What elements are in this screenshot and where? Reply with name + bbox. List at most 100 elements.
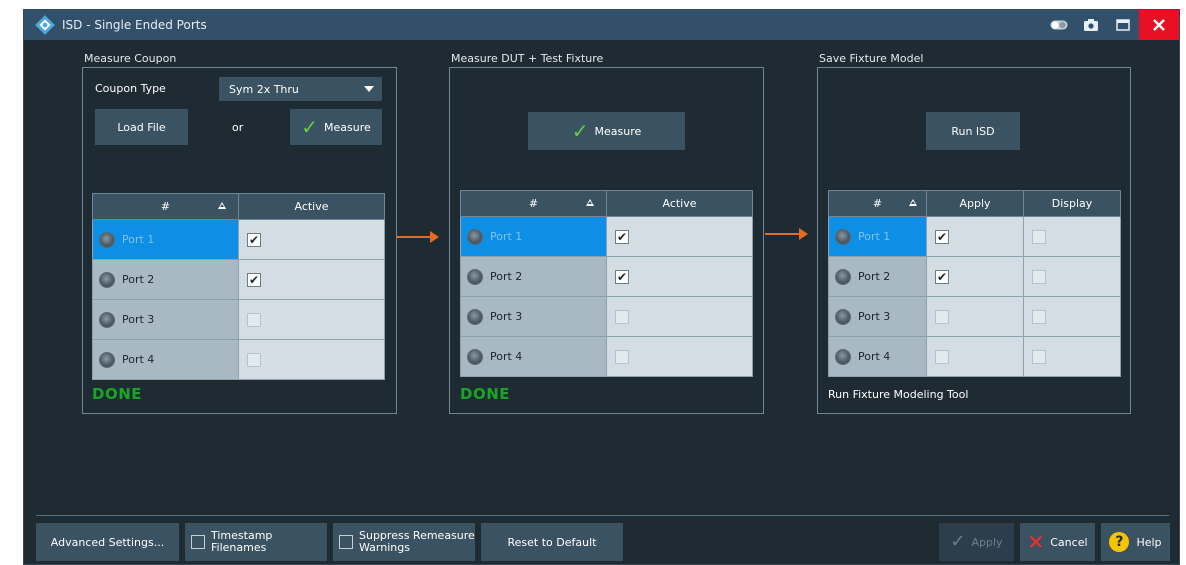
timestamp-filenames-toggle[interactable]: Timestamp Filenames <box>185 523 327 561</box>
dut-measure-button[interactable]: ✓ Measure <box>528 112 685 150</box>
load-file-label: Load File <box>117 120 166 134</box>
column-header-number[interactable]: # <box>828 190 927 217</box>
table-row[interactable]: Port 2 ✔ <box>828 256 1121 297</box>
suppress-checkbox[interactable] <box>339 535 353 549</box>
table-row[interactable]: Port 1 ✔ <box>460 216 753 257</box>
apply-checkbox[interactable] <box>935 309 949 324</box>
close-icon[interactable] <box>1139 10 1179 40</box>
display-cell <box>1023 256 1121 297</box>
fixture-port-table: # Apply Display Port 1 ✔ Port 2 ✔ Port 3… <box>828 190 1121 377</box>
active-checkbox[interactable] <box>247 312 261 327</box>
sort-ascending-icon <box>586 199 594 206</box>
dut-status-done: DONE <box>460 385 511 403</box>
reset-to-default-button[interactable]: Reset to Default <box>481 523 623 561</box>
flow-arrow-icon <box>765 228 808 240</box>
column-header-number[interactable]: # <box>92 193 239 220</box>
table-row[interactable]: Port 4 <box>460 336 753 377</box>
column-header-number[interactable]: # <box>460 190 607 217</box>
port-cell[interactable]: Port 3 <box>92 299 239 340</box>
active-cell <box>238 339 385 380</box>
dut-measure-label: Measure <box>594 124 642 138</box>
port-cell[interactable]: Port 2 <box>460 256 607 297</box>
active-cell: ✔ <box>606 216 753 257</box>
camera-icon[interactable] <box>1075 10 1107 40</box>
active-checkbox[interactable]: ✔ <box>615 269 629 284</box>
table-row[interactable]: Port 4 <box>92 339 385 380</box>
port-cell[interactable]: Port 4 <box>828 336 927 377</box>
coupon-measure-button[interactable]: ✓ Measure <box>290 109 382 145</box>
apply-button[interactable]: ✓ Apply <box>939 523 1014 561</box>
display-checkbox[interactable] <box>1032 229 1046 244</box>
run-isd-label: Run ISD <box>951 124 995 138</box>
display-cell <box>1023 336 1121 377</box>
column-header-active[interactable]: Active <box>606 190 753 217</box>
sort-ascending-icon <box>909 199 917 206</box>
sort-ascending-icon <box>218 202 226 209</box>
suppress-remeasure-toggle[interactable]: Suppress Remeasure Warnings <box>333 523 475 561</box>
column-header-apply[interactable]: Apply <box>926 190 1024 217</box>
footer-divider <box>36 515 1169 516</box>
port-connector-icon <box>99 271 115 288</box>
port-connector-icon <box>99 231 115 248</box>
table-row[interactable]: Port 3 <box>828 296 1121 337</box>
port-cell[interactable]: Port 3 <box>460 296 607 337</box>
coupon-port-table: # Active Port 1 ✔ Port 2 ✔ Port 3 Port 4 <box>92 193 385 380</box>
apply-checkbox[interactable] <box>935 349 949 364</box>
timestamp-checkbox[interactable] <box>191 535 205 549</box>
active-checkbox[interactable]: ✔ <box>247 232 261 247</box>
display-checkbox[interactable] <box>1032 349 1046 364</box>
table-row[interactable]: Port 1 ✔ <box>828 216 1121 257</box>
port-cell[interactable]: Port 4 <box>92 339 239 380</box>
column-header-active[interactable]: Active <box>238 193 385 220</box>
apply-cell <box>926 296 1024 337</box>
cancel-button[interactable]: ✕ Cancel <box>1020 523 1095 561</box>
apply-checkbox[interactable]: ✔ <box>935 229 949 244</box>
display-checkbox[interactable] <box>1032 309 1046 324</box>
coupon-measure-label: Measure <box>324 120 371 134</box>
column-header-display[interactable]: Display <box>1023 190 1121 217</box>
table-row[interactable]: Port 1 ✔ <box>92 219 385 260</box>
load-file-button[interactable]: Load File <box>95 109 188 145</box>
active-cell <box>606 296 753 337</box>
port-cell[interactable]: Port 2 <box>828 256 927 297</box>
apply-cell <box>926 336 1024 377</box>
table-row[interactable]: Port 2 ✔ <box>92 259 385 300</box>
coupon-type-dropdown[interactable]: Sym 2x Thru <box>219 77 382 101</box>
active-checkbox[interactable] <box>615 349 629 364</box>
port-connector-icon <box>99 351 115 368</box>
apply-cell: ✔ <box>926 256 1024 297</box>
active-checkbox[interactable] <box>247 352 261 367</box>
port-cell[interactable]: Port 1 <box>828 216 927 257</box>
active-checkbox[interactable]: ✔ <box>615 229 629 244</box>
port-connector-icon <box>467 228 483 245</box>
toggle-icon[interactable] <box>1043 10 1075 40</box>
run-isd-button[interactable]: Run ISD <box>926 112 1020 150</box>
run-fixture-modeling-note: Run Fixture Modeling Tool <box>828 388 969 401</box>
port-cell[interactable]: Port 4 <box>460 336 607 377</box>
port-cell[interactable]: Port 2 <box>92 259 239 300</box>
display-cell <box>1023 216 1121 257</box>
active-cell: ✔ <box>238 219 385 260</box>
port-connector-icon <box>467 308 483 325</box>
help-button[interactable]: ? Help <box>1101 523 1170 561</box>
save-fixture-group-label: Save Fixture Model <box>819 52 924 65</box>
port-cell[interactable]: Port 1 <box>92 219 239 260</box>
table-row[interactable]: Port 3 <box>460 296 753 337</box>
table-row[interactable]: Port 4 <box>828 336 1121 377</box>
dut-port-table: # Active Port 1 ✔ Port 2 ✔ Port 3 Port 4 <box>460 190 753 377</box>
port-connector-icon <box>467 268 483 285</box>
port-cell[interactable]: Port 1 <box>460 216 607 257</box>
table-row[interactable]: Port 2 ✔ <box>460 256 753 297</box>
table-row[interactable]: Port 3 <box>92 299 385 340</box>
active-checkbox[interactable]: ✔ <box>247 272 261 287</box>
active-checkbox[interactable] <box>615 309 629 324</box>
maximize-icon[interactable] <box>1107 10 1139 40</box>
display-checkbox[interactable] <box>1032 269 1046 284</box>
measure-coupon-group-label: Measure Coupon <box>84 52 177 65</box>
port-connector-icon <box>467 348 483 365</box>
port-connector-icon <box>835 308 851 325</box>
advanced-settings-button[interactable]: Advanced Settings... <box>36 523 179 561</box>
apply-checkbox[interactable]: ✔ <box>935 269 949 284</box>
flow-arrow-icon <box>397 231 439 243</box>
port-cell[interactable]: Port 3 <box>828 296 927 337</box>
